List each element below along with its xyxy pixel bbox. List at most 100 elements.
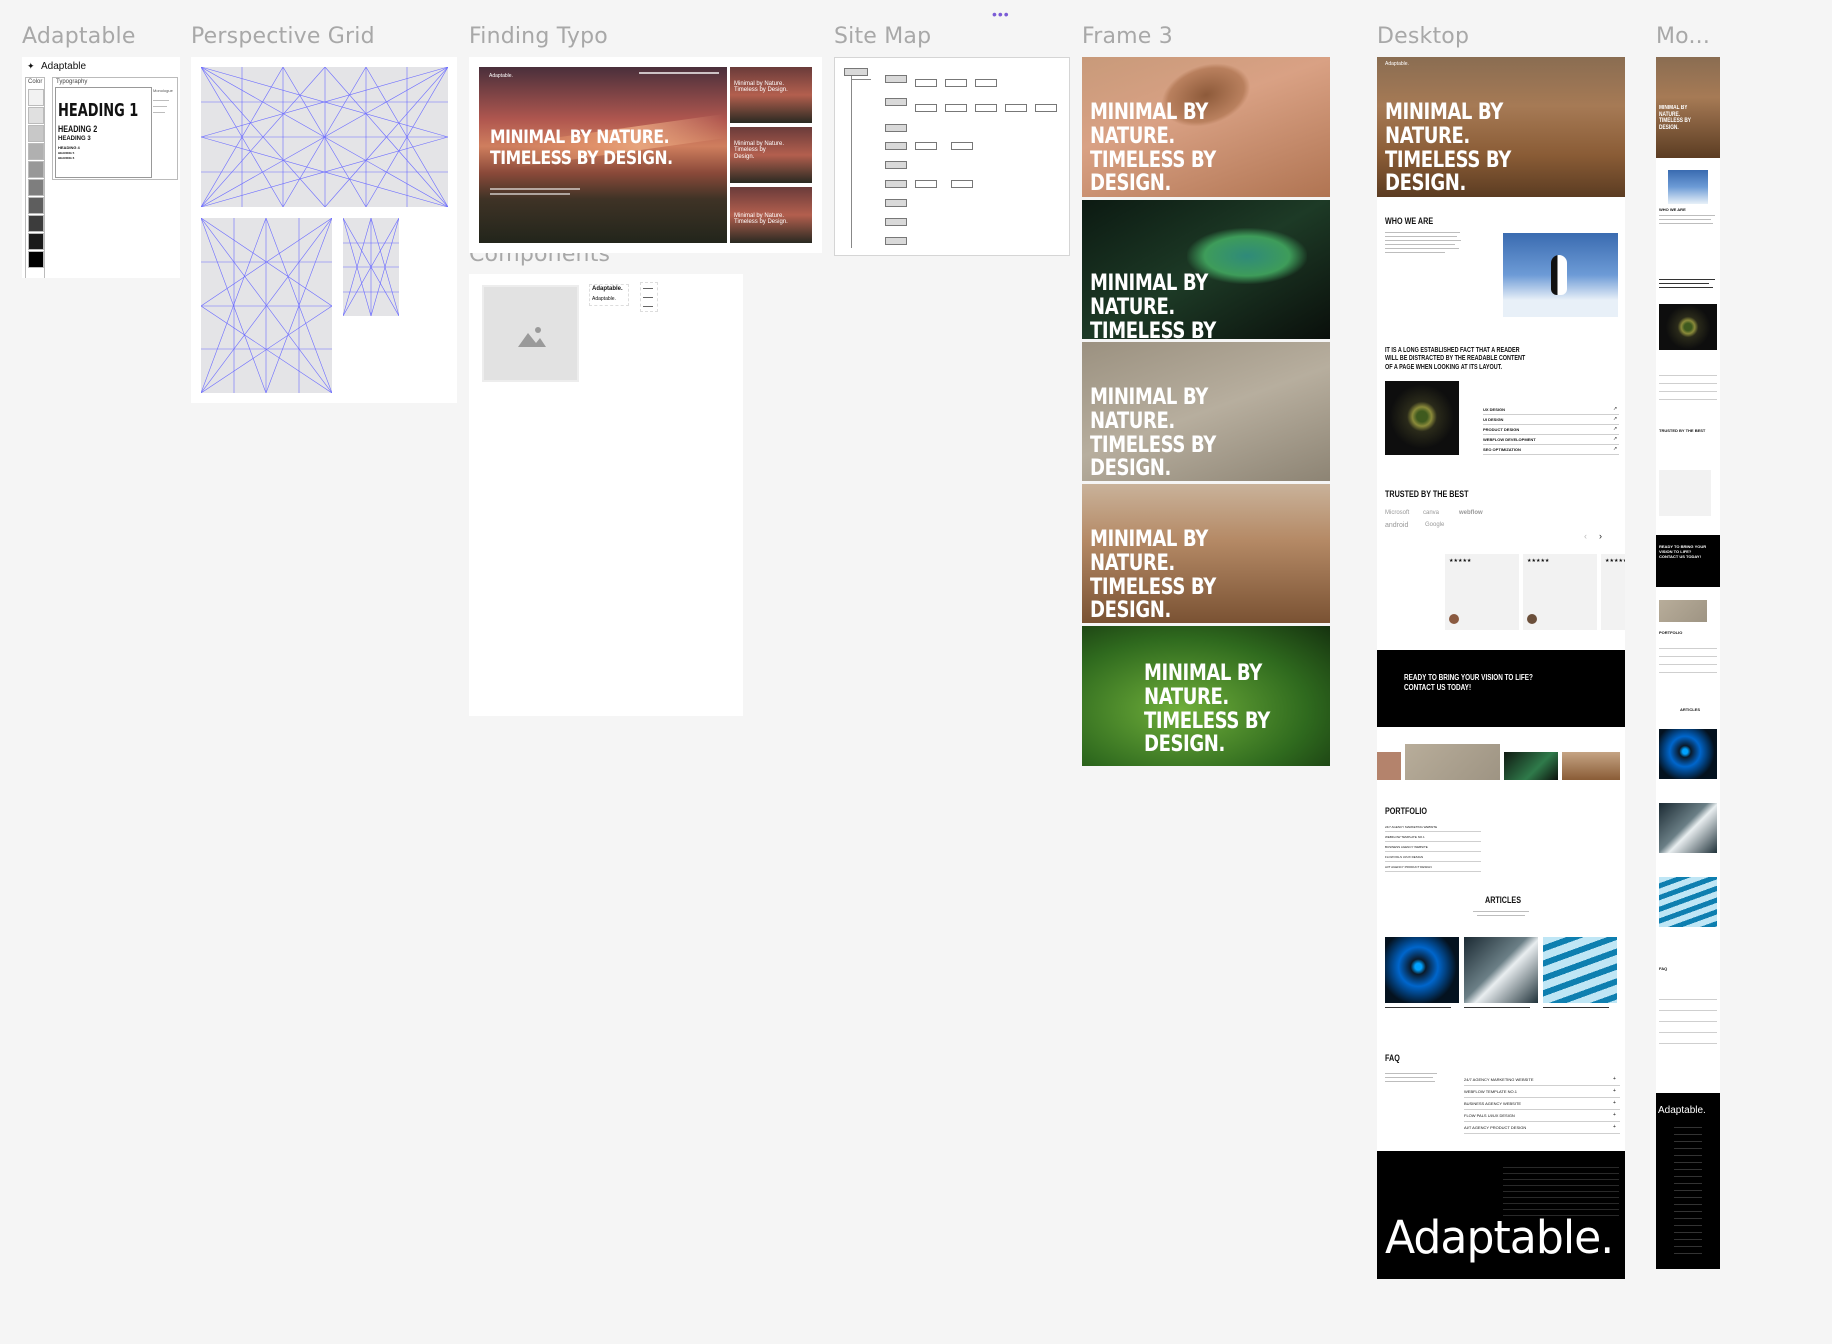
- color-swatch[interactable]: [28, 233, 44, 250]
- testimonial-card: ★★★★★: [1601, 554, 1625, 630]
- service-item[interactable]: SEO OPTIMIZATION: [1483, 447, 1521, 452]
- sitemap-node: [945, 104, 967, 112]
- frame-desktop[interactable]: Adaptable. MINIMAL BY NATURE. TIMELESS BY…: [1377, 57, 1625, 1279]
- service-item[interactable]: UX DESIGN: [1483, 407, 1505, 412]
- arrow-icon: ↗: [1613, 446, 1618, 452]
- sitemap-node: [951, 180, 973, 188]
- color-swatch[interactable]: [28, 179, 44, 196]
- logo-android: android: [1385, 522, 1409, 529]
- service-item[interactable]: PRODUCT DESIGN: [1483, 427, 1519, 432]
- frame3-hero-lizard: MINIMAL BY NATURE. TIMELESS BY DESIGN.: [1082, 626, 1330, 766]
- sitemap-node: [885, 142, 907, 150]
- frame-components[interactable]: Adaptable. Adaptable.: [469, 274, 743, 716]
- color-swatch[interactable]: [28, 143, 44, 160]
- mobile-eye-image: [1659, 304, 1717, 350]
- frame3-hero-title-3: MINIMAL BY NATURE. TIMELESS BY DESIGN.: [1090, 385, 1216, 481]
- mobile-hero: MINIMAL BY NATURE. TIMELESS BY DESIGN.: [1656, 57, 1720, 158]
- faq-item[interactable]: AI/T AGENCY PRODUCT DESIGN: [1464, 1125, 1526, 1130]
- sitemap-node: [1035, 104, 1057, 112]
- frame-mobile[interactable]: MINIMAL BY NATURE. TIMELESS BY DESIGN. W…: [1656, 57, 1720, 1269]
- frame-perspective-grid[interactable]: [191, 57, 457, 403]
- portfolio-item[interactable]: FLOW PALS UI/UX DESIGN: [1385, 855, 1423, 859]
- faq-heading: FAQ: [1385, 1053, 1400, 1063]
- image-placeholder-icon: [518, 327, 546, 347]
- articles-heading: ARTICLES: [1485, 895, 1521, 905]
- logo-icon: ✦: [27, 61, 35, 71]
- color-swatch[interactable]: [28, 161, 44, 178]
- plus-icon[interactable]: +: [1613, 1124, 1616, 1130]
- portfolio-item[interactable]: WEBFLOW TEMPLATE NO.1: [1385, 835, 1425, 839]
- frame-site-map[interactable]: [834, 57, 1070, 256]
- sitemap-node: [885, 218, 907, 226]
- typo-hero-title: MINIMAL BY NATURE. TIMELESS BY DESIGN.: [490, 126, 673, 169]
- article-image-3[interactable]: [1543, 937, 1617, 1003]
- service-item[interactable]: WEBFLOW DEVELOPMENT: [1483, 437, 1536, 442]
- plus-icon[interactable]: +: [1613, 1100, 1616, 1106]
- sitemap-node: [885, 180, 907, 188]
- faq-item[interactable]: WEBFLOW TEMPLATE NO.1: [1464, 1089, 1517, 1094]
- frame3-hero-title-4: MINIMAL BY NATURE. TIMELESS BY DESIGN.: [1090, 527, 1216, 623]
- who-we-are-heading: WHO WE ARE: [1385, 216, 1434, 226]
- frame-adaptable[interactable]: ✦ Adaptable Color Typography HEADING 1 H…: [22, 57, 180, 278]
- faq-item[interactable]: 24/7 AGENCY MARKETING WEBSITE: [1464, 1077, 1534, 1082]
- frame-label-frame-3[interactable]: Frame 3: [1082, 24, 1173, 49]
- mobile-testimonial: [1659, 470, 1711, 516]
- sitemap-node: [975, 104, 997, 112]
- portfolio-item[interactable]: 24/7 AGENCY MARKETING WEBSITE: [1385, 825, 1437, 829]
- color-swatch[interactable]: [28, 107, 44, 124]
- cta-banner[interactable]: READY TO BRING YOUR VISION TO LIFE? CONT…: [1377, 650, 1625, 727]
- color-swatch[interactable]: [28, 251, 44, 268]
- heading-1-sample: HEADING 1: [58, 100, 139, 121]
- typography-label: Typography: [56, 79, 88, 85]
- frame-label-finding-typo[interactable]: Finding Typo: [469, 24, 608, 49]
- mobile-articles: ARTICLES: [1680, 707, 1700, 712]
- logo-canva: canva: [1423, 510, 1440, 516]
- color-swatch[interactable]: [28, 197, 44, 214]
- heading-5-sample: HEADING 5: [58, 151, 75, 155]
- color-label: Color: [28, 79, 43, 85]
- frame-frame-3[interactable]: MINIMAL BY NATURE. TIMELESS BY DESIGN. MI…: [1082, 57, 1330, 766]
- perspective-grid-wide: [201, 67, 448, 207]
- carousel-prev-icon[interactable]: ‹: [1584, 531, 1587, 541]
- frame-label-desktop[interactable]: Desktop: [1377, 24, 1469, 49]
- side-typography-label: Monologue: [153, 88, 173, 93]
- article-image-1[interactable]: [1385, 937, 1459, 1003]
- plus-icon[interactable]: +: [1613, 1088, 1616, 1094]
- faq-item[interactable]: BUSINESS AGENCY WEBSITE: [1464, 1101, 1521, 1106]
- heading-4-sample: HEADING 4: [58, 145, 80, 150]
- article-image-2[interactable]: [1464, 937, 1538, 1003]
- mobile-article-3[interactable]: [1659, 877, 1717, 927]
- plus-icon[interactable]: +: [1613, 1076, 1616, 1082]
- color-swatch[interactable]: [28, 215, 44, 232]
- heading-2-sample: HEADING 2: [58, 124, 98, 134]
- frame3-hero-chameleon: MINIMAL BY NATURE.TIMELESS BY DESIGN.: [1082, 200, 1330, 339]
- portfolio-item[interactable]: BUSINESS AGENCY WEBSITE: [1385, 845, 1428, 849]
- service-item[interactable]: UI DESIGN: [1483, 417, 1503, 422]
- portfolio-item[interactable]: AI/T AGENCY PRODUCT DESIGN: [1385, 865, 1432, 869]
- frame3-hero-title-5: MINIMAL BY NATURE. TIMELESS BY DESIGN.: [1144, 661, 1270, 758]
- mobile-article-1[interactable]: [1659, 729, 1717, 779]
- mobile-article-2[interactable]: [1659, 803, 1717, 853]
- frame3-hero-dunes: MINIMAL BY NATURE. TIMELESS BY DESIGN.: [1082, 484, 1330, 623]
- link-variants: [640, 282, 658, 312]
- frame3-hero-bird: MINIMAL BY NATURE. TIMELESS BY DESIGN.: [1082, 57, 1330, 197]
- frame-finding-typo[interactable]: Adaptable. MINIMAL BY NATURE. TIMELESS B…: [469, 57, 822, 253]
- faq-item[interactable]: FLOW PALS UI/UX DESIGN: [1464, 1113, 1515, 1118]
- carousel-next-icon[interactable]: ›: [1599, 531, 1602, 541]
- typo-thumb-1: Minimal by Nature. Timeless by Design.: [730, 67, 812, 123]
- sitemap-node: [915, 142, 937, 150]
- plus-icon[interactable]: +: [1613, 1112, 1616, 1118]
- frame3-hero-sand: MINIMAL BY NATURE. TIMELESS BY DESIGN.: [1082, 342, 1330, 481]
- typography-panel: Typography HEADING 1 HEADING 2 HEADING 3…: [52, 77, 178, 180]
- frame-label-adaptable[interactable]: Adaptable: [22, 24, 136, 49]
- mobile-cta[interactable]: READY TO BRING YOUR VISION TO LIFE? CONT…: [1656, 535, 1720, 587]
- frame-label-mobile[interactable]: Mo...: [1656, 24, 1710, 49]
- mobile-faq: FAQ: [1659, 966, 1668, 971]
- color-swatch[interactable]: [28, 125, 44, 142]
- frame-label-site-map[interactable]: Site Map: [834, 24, 931, 49]
- desktop-hero-title: MINIMAL BY NATURE. TIMELESS BY DESIGN.: [1385, 100, 1511, 197]
- more-dots-icon[interactable]: •••: [992, 6, 1010, 22]
- arrow-icon: ↗: [1613, 436, 1618, 442]
- frame-label-perspective-grid[interactable]: Perspective Grid: [191, 24, 375, 49]
- color-swatch[interactable]: [28, 89, 44, 106]
